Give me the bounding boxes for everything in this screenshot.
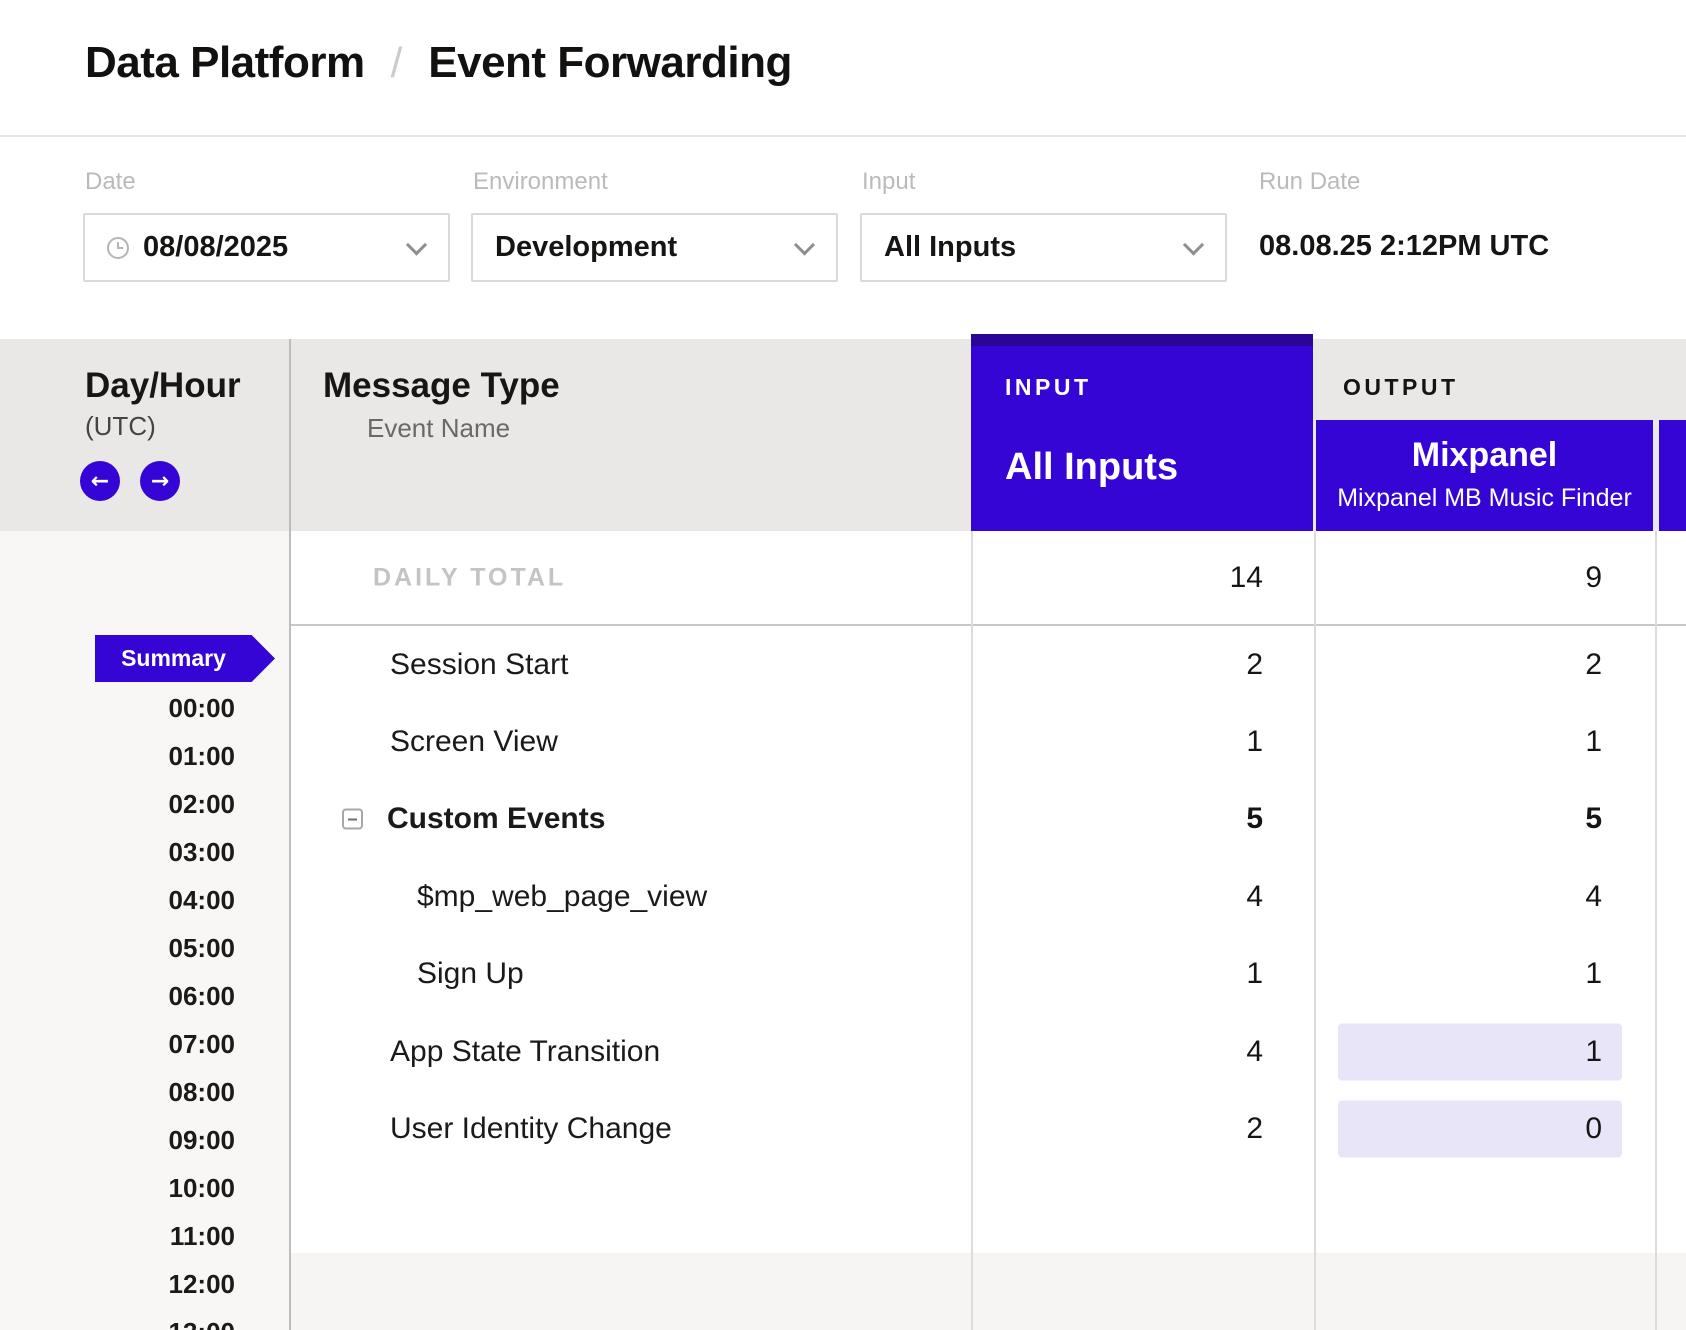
row-input-value: 4 xyxy=(1246,1035,1263,1069)
row-label: $mp_web_page_view xyxy=(417,880,707,914)
hour-item-10[interactable]: 10:00 xyxy=(0,1164,235,1212)
arrow-right-icon: → xyxy=(151,469,169,494)
row-label: Sign Up xyxy=(417,957,524,991)
hour-item-09[interactable]: 09:00 xyxy=(0,1116,235,1164)
row-label: Screen View xyxy=(390,725,558,759)
row-input-value: 2 xyxy=(1246,648,1263,682)
column-divider xyxy=(1314,531,1316,1330)
hour-item-04[interactable]: 04:00 xyxy=(0,876,235,924)
input-column-name: All Inputs xyxy=(1005,446,1178,489)
next-output-column-header-partial[interactable] xyxy=(1659,420,1686,531)
output-section-label: OUTPUT xyxy=(1343,374,1459,401)
row-input-value: 1 xyxy=(1246,957,1263,991)
top-bar: Data Platform / Event Forwarding xyxy=(0,0,1686,137)
row-input-value: 5 xyxy=(1246,802,1263,836)
input-column-header[interactable]: INPUT All Inputs xyxy=(971,334,1313,531)
hour-item-13[interactable]: 13:00 xyxy=(0,1308,235,1330)
output-column-subtitle: Mixpanel MB Music Finder xyxy=(1316,484,1653,513)
table-row: Sign Up 1 1 xyxy=(290,936,1686,1013)
daily-total-output-value: 9 xyxy=(1585,561,1602,595)
hour-item-11[interactable]: 11:00 xyxy=(0,1212,235,1260)
table-body: DAILY TOTAL 14 9 Session Start 2 2 Scree… xyxy=(290,531,1686,1330)
summary-tab-label: Summary xyxy=(121,645,226,672)
hour-item-05[interactable]: 05:00 xyxy=(0,924,235,972)
event-forwarding-page: Data Platform / Event Forwarding Date 08… xyxy=(0,0,1686,1330)
row-label: User Identity Change xyxy=(390,1112,672,1146)
output-column-name: Mixpanel xyxy=(1316,436,1653,475)
hour-item-02[interactable]: 02:00 xyxy=(0,780,235,828)
table-row: Screen View 1 1 xyxy=(290,703,1686,780)
table-row: User Identity Change 2 0 xyxy=(290,1090,1686,1167)
previous-day-button[interactable]: ← xyxy=(80,461,120,501)
hour-item-01[interactable]: 01:00 xyxy=(0,732,235,780)
day-hour-sidebar: Summary 00:00 01:00 02:00 03:00 04:00 05… xyxy=(0,531,290,1330)
chevron-down-icon xyxy=(794,234,815,255)
environment-filter-label: Environment xyxy=(473,168,608,196)
filter-bar: Date 08/08/2025 Environment Development … xyxy=(0,137,1686,339)
hour-item-06[interactable]: 06:00 xyxy=(0,972,235,1020)
day-hour-subtitle: (UTC) xyxy=(85,411,156,442)
sidebar-divider xyxy=(289,339,291,1330)
breadcrumb-separator: / xyxy=(391,39,403,87)
summary-tab[interactable]: Summary xyxy=(95,635,275,682)
output-cell-highlight xyxy=(1338,1023,1622,1080)
mixpanel-column-header[interactable]: Mixpanel Mixpanel MB Music Finder xyxy=(1316,420,1653,531)
table-row: Session Start 2 2 xyxy=(290,626,1686,703)
row-output-value: 5 xyxy=(1585,802,1602,836)
row-label: App State Transition xyxy=(390,1035,660,1069)
hour-list: 00:00 01:00 02:00 03:00 04:00 05:00 06:0… xyxy=(0,684,235,1330)
breadcrumb: Data Platform / Event Forwarding xyxy=(85,38,792,88)
output-cell-highlight xyxy=(1338,1101,1622,1158)
collapse-toggle-icon[interactable] xyxy=(342,809,363,830)
row-input-value: 4 xyxy=(1246,880,1263,914)
input-filter-value: All Inputs xyxy=(884,231,1016,264)
input-column-label: INPUT xyxy=(1005,374,1092,401)
column-divider xyxy=(971,531,973,1330)
message-type-title: Message Type xyxy=(323,366,560,406)
breadcrumb-section[interactable]: Data Platform xyxy=(85,38,365,88)
table-row: Custom Events 5 5 xyxy=(290,781,1686,858)
row-label: Session Start xyxy=(390,648,568,682)
environment-value: Development xyxy=(495,231,677,264)
hour-item-12[interactable]: 12:00 xyxy=(0,1260,235,1308)
row-output-value: 0 xyxy=(1585,1112,1602,1146)
column-divider xyxy=(1655,531,1657,1330)
event-name-subtitle: Event Name xyxy=(367,413,510,444)
row-output-value: 4 xyxy=(1585,880,1602,914)
table-row: $mp_web_page_view 4 4 xyxy=(290,858,1686,935)
date-filter-label: Date xyxy=(85,168,136,196)
chevron-down-icon xyxy=(406,234,427,255)
next-day-button[interactable]: → xyxy=(140,461,180,501)
row-output-value: 1 xyxy=(1585,957,1602,991)
daily-total-label: DAILY TOTAL xyxy=(373,563,566,592)
daily-total-row: DAILY TOTAL 14 9 xyxy=(290,531,1686,626)
hour-item-08[interactable]: 08:00 xyxy=(0,1068,235,1116)
environment-select[interactable]: Development xyxy=(471,213,838,282)
row-label: Custom Events xyxy=(387,802,605,836)
row-output-value: 1 xyxy=(1585,725,1602,759)
row-output-value: 2 xyxy=(1585,648,1602,682)
row-output-value: 1 xyxy=(1585,1035,1602,1069)
day-hour-title: Day/Hour xyxy=(85,366,241,406)
input-select[interactable]: All Inputs xyxy=(860,213,1227,282)
table-footer-band xyxy=(290,1253,1686,1330)
row-input-value: 1 xyxy=(1246,725,1263,759)
arrow-left-icon: ← xyxy=(91,469,109,494)
date-value: 08/08/2025 xyxy=(143,231,288,264)
input-filter-label: Input xyxy=(862,168,915,196)
hour-item-00[interactable]: 00:00 xyxy=(0,684,235,732)
page-title: Event Forwarding xyxy=(428,38,792,88)
hour-item-07[interactable]: 07:00 xyxy=(0,1020,235,1068)
table-row: App State Transition 4 1 xyxy=(290,1013,1686,1090)
row-input-value: 2 xyxy=(1246,1112,1263,1146)
clock-icon xyxy=(107,237,129,259)
hour-item-03[interactable]: 03:00 xyxy=(0,828,235,876)
date-picker[interactable]: 08/08/2025 xyxy=(83,213,450,282)
daily-total-input-value: 14 xyxy=(1230,561,1263,595)
chevron-down-icon xyxy=(1183,234,1204,255)
run-date-label: Run Date xyxy=(1259,168,1360,196)
run-date-value: 08.08.25 2:12PM UTC xyxy=(1259,230,1549,263)
